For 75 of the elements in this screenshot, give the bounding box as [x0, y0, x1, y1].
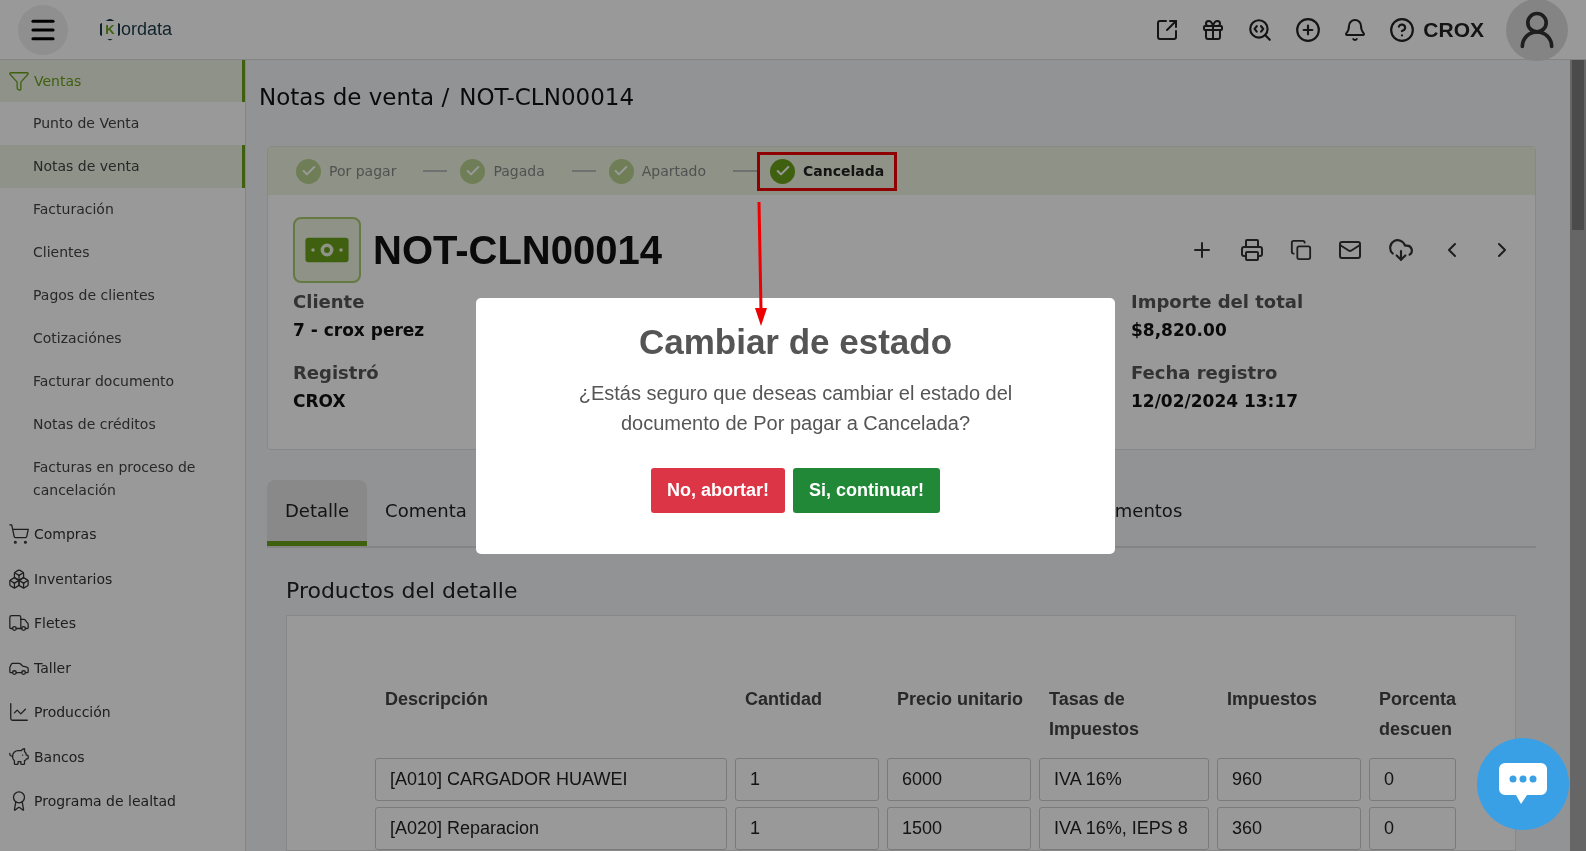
sidebar-section[interactable]: Fletes: [0, 601, 245, 646]
column-header: Tasas de Impuestos: [1048, 688, 1141, 741]
sidebar-item[interactable]: Facturar documento: [0, 360, 245, 403]
logo: K ordata: [100, 18, 173, 41]
sidebar-item[interactable]: Notas de créditos: [0, 403, 245, 446]
banknote-icon: [293, 217, 361, 283]
sidebar-section[interactable]: Bancos: [0, 734, 245, 779]
print-icon[interactable]: [1240, 238, 1264, 262]
piggy-bank-icon: [8, 745, 30, 768]
cloud-download-icon[interactable]: [1388, 237, 1414, 263]
table-cell: 1: [735, 758, 879, 801]
bell-icon[interactable]: [1343, 17, 1368, 42]
breadcrumb-item: NOT-CLN00014: [459, 84, 635, 110]
tab[interactable]: mentos: [1096, 480, 1201, 546]
external-link-icon[interactable]: [1155, 17, 1180, 42]
table-cell: IVA 16%, IEPS 8: [1039, 807, 1209, 850]
column-header: Porcenta descuen: [1378, 688, 1457, 741]
sidebar-item[interactable]: Cotizaciónes: [0, 317, 245, 360]
column-header: Cantidad: [744, 688, 823, 711]
field-value: 12/02/2024 13:17: [1131, 391, 1299, 411]
sidebar-item[interactable]: Facturación: [0, 188, 245, 231]
search-icon[interactable]: [1247, 16, 1274, 43]
tab[interactable]: Comenta: [367, 480, 485, 546]
table-cell: [A020] Reparacion: [375, 807, 727, 850]
section-title: Productos del detalle: [286, 578, 519, 603]
user-name[interactable]: CROX: [1423, 17, 1484, 42]
table-cell: 1500: [887, 807, 1031, 850]
table-cell: 1: [735, 807, 879, 850]
table-cell: [A010] CARGADOR HUAWEI: [375, 758, 727, 801]
sidebar-item[interactable]: Punto de Venta: [0, 102, 245, 145]
scrollbar[interactable]: [1570, 60, 1586, 851]
status-step[interactable]: Cancelada: [757, 151, 898, 191]
field-label: Fecha registro: [1131, 362, 1278, 383]
sidebar-item[interactable]: Facturas en proceso de cancelación: [0, 446, 245, 512]
boxes-icon: [8, 567, 30, 590]
sidebar-section[interactable]: Inventarios: [0, 556, 245, 601]
field-label: Registró: [293, 362, 379, 383]
table-cell: IVA 16%: [1039, 758, 1209, 801]
menu-button[interactable]: [18, 4, 68, 55]
chart-icon: [8, 701, 30, 724]
table-cell: 360: [1217, 807, 1361, 850]
table-cell: 0: [1369, 758, 1457, 801]
sidebar-section[interactable]: Programa de lealtad: [0, 779, 245, 824]
field-value: $8,820.00: [1131, 320, 1227, 340]
sidebar-section[interactable]: Taller: [0, 645, 245, 690]
cart-icon: [8, 523, 30, 546]
table-cell: 0: [1369, 807, 1457, 850]
avatar[interactable]: [1506, 0, 1568, 61]
sidebar-section[interactable]: Compras: [0, 512, 245, 557]
field-value: 7 - crox perez: [293, 320, 425, 340]
funnel-icon: [8, 70, 30, 92]
field-label: Importe del total: [1131, 291, 1304, 312]
help-icon[interactable]: [1389, 16, 1416, 43]
column-header: Impuestos: [1226, 688, 1319, 711]
sidebar-item[interactable]: Notas de venta: [0, 145, 245, 188]
sidebar-section[interactable]: Producción: [0, 690, 245, 735]
copy-icon[interactable]: [1290, 239, 1312, 261]
dialog-title: Cambiar de estado: [638, 322, 953, 362]
table-cell: 6000: [887, 758, 1031, 801]
column-header: Precio unitario: [896, 688, 1025, 711]
add-icon[interactable]: [1295, 16, 1322, 43]
confirm-button[interactable]: Si, continuar!: [793, 468, 940, 513]
sidebar-item[interactable]: Pagos de clientes: [0, 274, 245, 317]
sidebar-item[interactable]: Clientes: [0, 231, 245, 274]
gift-icon[interactable]: [1201, 17, 1226, 42]
document-title: NOT-CLN00014: [373, 227, 663, 273]
dialog-message: ¿Estás seguro que deseas cambiar el estado del documento de Por pagar a Cancelada?: [577, 381, 1014, 436]
field-value: CROX: [293, 391, 346, 411]
tab[interactable]: Detalle: [267, 480, 368, 546]
cancel-button[interactable]: No, abortar!: [651, 468, 785, 513]
column-header: Descripción: [384, 688, 490, 711]
field-label: Cliente: [293, 291, 365, 312]
breadcrumb-item[interactable]: Notas de venta /: [259, 84, 450, 110]
table-cell: 960: [1217, 758, 1361, 801]
mail-icon[interactable]: [1338, 238, 1362, 262]
